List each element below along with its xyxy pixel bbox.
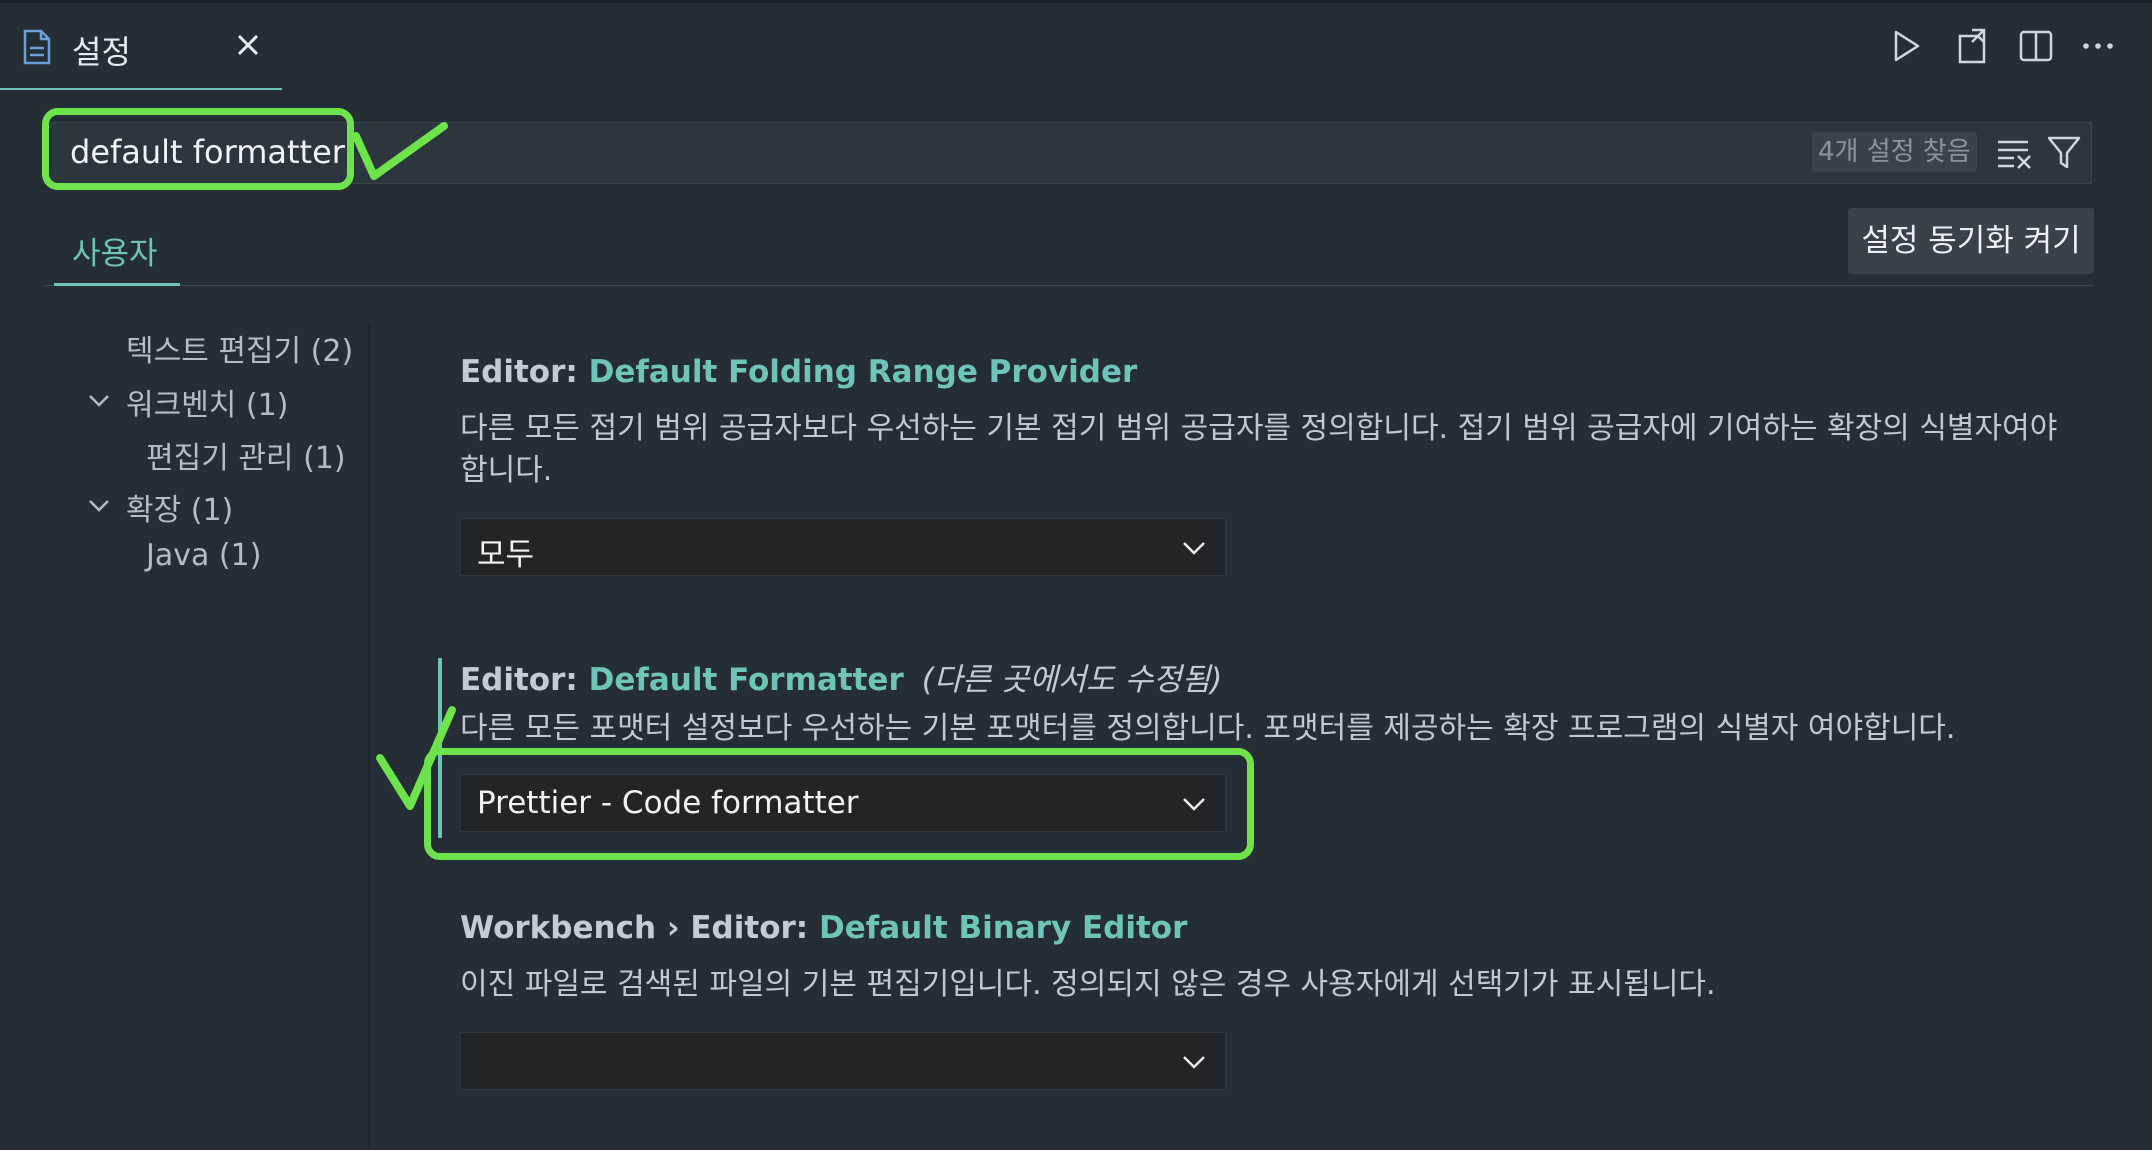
toc-item-text-editor[interactable]: 텍스트 편집기 (2) <box>126 326 353 370</box>
chevron-down-icon <box>1183 542 1205 555</box>
select-value: 모두 <box>477 537 535 573</box>
more-actions-icon[interactable] <box>2076 24 2120 68</box>
tab-label: 설정 <box>72 33 131 71</box>
checkmark-annotation-icon <box>376 706 456 810</box>
turn-on-settings-sync-button[interactable]: 설정 동기화 켜기 <box>1848 208 2094 274</box>
setting-title-default-formatter: Editor: Default Formatter (다른 곳에서도 수정됨) <box>460 654 1222 699</box>
chevron-down-icon[interactable] <box>86 388 112 414</box>
setting-category: Editor: <box>460 354 589 390</box>
split-editor-icon[interactable] <box>2014 24 2058 68</box>
setting-key: Default Formatter <box>588 662 904 698</box>
default-binary-editor-select[interactable] <box>460 1032 1226 1090</box>
formatter-highlight-box <box>424 748 1254 860</box>
editor-tab-bar <box>0 0 2152 91</box>
tab-user-scope[interactable]: 사용자 <box>72 228 158 273</box>
folding-range-provider-select[interactable]: 모두 <box>460 518 1226 576</box>
setting-description: 다른 모든 포맷터 설정보다 우선하는 기본 포맷터를 정의합니다. 포맷터를 … <box>460 711 1956 746</box>
filter-icon[interactable] <box>2046 134 2082 170</box>
scope-divider <box>44 285 2094 286</box>
file-icon <box>23 29 51 65</box>
modified-elsewhere-label[interactable]: (다른 곳에서도 수정됨) <box>922 662 1223 698</box>
toc-item-java[interactable]: Java (1) <box>146 538 261 573</box>
setting-description: 다른 모든 접기 범위 공급자보다 우선하는 기본 접기 범위 공급자를 정의합… <box>460 411 2058 488</box>
toc-item-editor-management[interactable]: 편집기 관리 (1) <box>146 433 346 477</box>
chevron-down-icon[interactable] <box>86 493 112 519</box>
close-icon[interactable] <box>230 27 266 63</box>
clear-filter-icon[interactable] <box>1996 136 2032 170</box>
search-result-count: 4개 설정 찾음 <box>1812 132 1977 172</box>
run-icon[interactable] <box>1884 24 1928 68</box>
toc-divider <box>368 324 370 1150</box>
open-json-icon[interactable] <box>1950 24 1994 68</box>
setting-description: 이진 파일로 검색된 파일의 기본 편집기입니다. 정의되지 않은 경우 사용자… <box>460 967 1716 1002</box>
setting-title-default-binary-editor: Workbench › Editor: Default Binary Edito… <box>460 910 1187 946</box>
setting-key: Default Binary Editor <box>818 910 1188 946</box>
setting-category: Editor: <box>460 662 589 698</box>
chevron-down-icon <box>1183 1056 1205 1069</box>
toc-item-extensions[interactable]: 확장 (1) <box>126 485 233 529</box>
setting-category: Workbench › Editor: <box>460 910 819 946</box>
active-tab-indicator <box>54 283 180 286</box>
toc-item-workbench[interactable]: 워크벤치 (1) <box>126 380 288 424</box>
checkmark-annotation-icon <box>352 122 448 180</box>
search-highlight-box <box>42 108 354 190</box>
tab-settings[interactable]: 설정 <box>0 3 282 90</box>
setting-title-folding-range: Editor: Default Folding Range Provider <box>460 354 1137 390</box>
setting-key: Default Folding Range Provider <box>588 354 1138 390</box>
